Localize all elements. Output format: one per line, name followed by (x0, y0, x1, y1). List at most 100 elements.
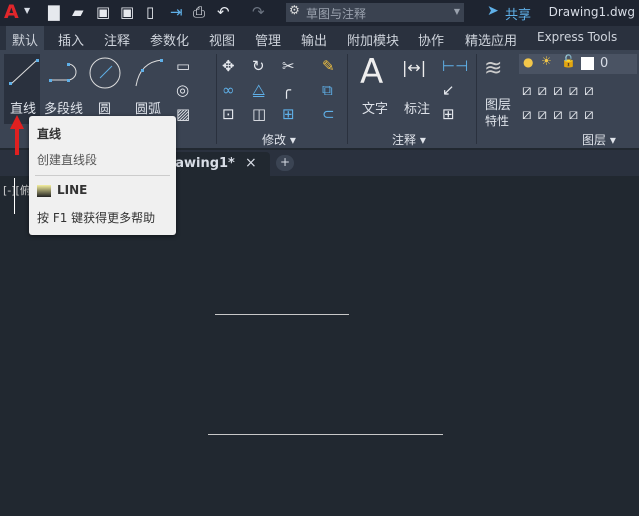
erase-icon[interactable]: ✎ (322, 58, 335, 74)
share-button[interactable]: 共享 (505, 4, 531, 23)
dimension-button[interactable]: |↔| 标注 (400, 54, 436, 124)
close-tab-icon[interactable]: × (245, 155, 257, 171)
dimension-label: 标注 (404, 102, 431, 117)
tab-insert[interactable]: 插入 (58, 30, 84, 49)
table-icon[interactable]: ⊞ (442, 106, 455, 122)
text-label: 文字 (362, 102, 389, 117)
gear-icon: ⚙ (289, 3, 300, 17)
undo-icon[interactable]: ↶ (217, 4, 230, 20)
workspace-select[interactable]: ⚙ 草图与注释 ▼ (286, 3, 464, 22)
polyline-icon (49, 63, 77, 82)
stretch-icon[interactable]: ⊡ (222, 106, 235, 122)
polyline-button[interactable]: 多段线 (44, 54, 86, 124)
tab-collaborate[interactable]: 协作 (418, 30, 444, 49)
circle-button[interactable]: 圆 (88, 54, 122, 124)
viewport-controls[interactable]: [-][俯 (3, 182, 31, 198)
layer-properties-button[interactable]: ≋ 图层 特性 (480, 54, 516, 128)
color-swatch (581, 57, 594, 70)
panel-divider (347, 54, 348, 144)
app-logo[interactable]: A (4, 1, 19, 23)
redo-icon[interactable]: ↷ (252, 4, 265, 20)
line-icon (9, 59, 39, 85)
arc-label: 圆弧 (135, 102, 162, 117)
array-icon[interactable]: ⊞ (282, 106, 295, 122)
sun-icon: ☀ (541, 54, 552, 68)
polyline-label: 多段线 (44, 102, 84, 117)
tooltip-help: 按 F1 键获得更多帮助 (37, 211, 156, 225)
line-button[interactable]: 直线 (4, 54, 40, 124)
explode-icon[interactable]: ⧉ (322, 82, 333, 98)
dimension-icon: |↔| (402, 58, 427, 77)
text-button[interactable]: A 文字 (358, 52, 394, 124)
layers-label: 图层 (582, 133, 607, 147)
arc-button[interactable]: 圆弧 (132, 54, 166, 124)
hatch-icon[interactable]: ▨ (176, 106, 190, 122)
layer-tools-row-1[interactable]: ⧄⧄⧄⧄⧄ (522, 82, 600, 98)
tooltip-title: 直线 (37, 127, 62, 141)
modify-panel-label[interactable]: 修改 ▾ (262, 131, 296, 148)
linear-dimension-icon[interactable]: ⊢⊣ (442, 58, 468, 74)
command-icon (37, 185, 51, 197)
open-folder-icon[interactable]: ▰ (72, 4, 84, 20)
new-file-icon[interactable]: ▇ (48, 4, 60, 20)
layer-dropdown[interactable]: ● ☀ 🔓 0 (519, 54, 637, 74)
tab-featured-apps[interactable]: 精选应用 (465, 30, 517, 49)
tab-manage[interactable]: 管理 (255, 30, 281, 49)
scale-icon[interactable]: ◫ (252, 106, 266, 122)
current-layer-name: 0 (600, 56, 609, 71)
tooltip: 直线 创建直线段 LINE 按 F1 键获得更多帮助 (29, 116, 176, 235)
tooltip-divider (35, 175, 170, 176)
leader-icon[interactable]: ↙ (442, 82, 455, 98)
print-icon[interactable]: ⎙ (193, 4, 205, 20)
offset-icon[interactable]: ⊂ (322, 106, 335, 122)
share-mobile-icon[interactable]: ⇥ (170, 4, 183, 20)
lightbulb-icon: ● (523, 55, 534, 69)
drawn-line[interactable] (208, 434, 443, 435)
layers-panel-label[interactable]: 图层 ▾ (582, 131, 616, 148)
tab-parametric[interactable]: 参数化 (150, 30, 189, 49)
annotation-label: 注释 (392, 133, 417, 147)
layer-tools-row-2[interactable]: ⧄⧄⧄⧄⧄ (522, 106, 600, 122)
panel-divider (476, 54, 477, 144)
annotation-panel-label[interactable]: 注释 ▾ (392, 131, 426, 148)
tab-annotate[interactable]: 注释 (104, 30, 130, 49)
tab-addins[interactable]: 附加模块 (347, 30, 399, 49)
new-tab-button[interactable]: + (276, 155, 294, 171)
modify-label: 修改 (262, 133, 287, 147)
document-title: Drawing1.dwg (548, 5, 635, 19)
mirror-icon[interactable]: ⧋ (252, 82, 265, 98)
title-bar: A ▼ ▇ ▰ ▣ ▣ ▯ ⇥ ⎙ ↶ ↷ ⚙ 草图与注释 ▼ ➤ 共享 Dra… (0, 0, 639, 26)
layer-properties-label: 图层 (485, 98, 512, 113)
tooltip-command: LINE (57, 183, 88, 197)
layer-properties-icon: ≋ (484, 56, 503, 81)
save-as-icon[interactable]: ▣ (120, 4, 134, 20)
circle-icon (89, 57, 121, 89)
open-web-icon[interactable]: ▯ (146, 4, 154, 20)
save-icon[interactable]: ▣ (96, 4, 110, 20)
tab-express-tools[interactable]: Express Tools (537, 30, 617, 44)
unlock-icon: 🔓 (561, 54, 576, 68)
fillet-icon[interactable]: ╭ (282, 82, 291, 98)
rectangle-icon[interactable]: ▭ (176, 58, 190, 74)
tooltip-description: 创建直线段 (37, 153, 98, 167)
circle-label: 圆 (98, 102, 112, 117)
share-icon[interactable]: ➤ (487, 3, 499, 19)
red-arrow-annotation (10, 115, 24, 155)
tab-default[interactable]: 默认 (6, 26, 45, 50)
tab-output[interactable]: 输出 (301, 30, 327, 49)
chevron-down-icon: ▼ (453, 7, 460, 16)
rotate-icon[interactable]: ↻ (252, 58, 265, 74)
chevron-down-icon[interactable]: ▼ (24, 6, 30, 15)
layer-properties-label-2: 特性 (485, 114, 510, 128)
workspace-value: 草图与注释 (306, 7, 367, 21)
tab-view[interactable]: 视图 (209, 30, 235, 49)
ribbon-tabs: 默认 插入 注释 参数化 视图 管理 输出 附加模块 协作 精选应用 Expre… (0, 26, 639, 50)
trim-icon[interactable]: ✂ (282, 58, 295, 74)
ellipse-icon[interactable]: ◎ (176, 82, 189, 98)
drawn-line[interactable] (215, 314, 349, 315)
panel-divider (216, 54, 217, 144)
move-icon[interactable]: ✥ (222, 58, 235, 74)
copy-icon[interactable]: ∞ (222, 82, 235, 98)
arc-icon (135, 59, 163, 87)
crosshair-cursor (14, 178, 15, 214)
